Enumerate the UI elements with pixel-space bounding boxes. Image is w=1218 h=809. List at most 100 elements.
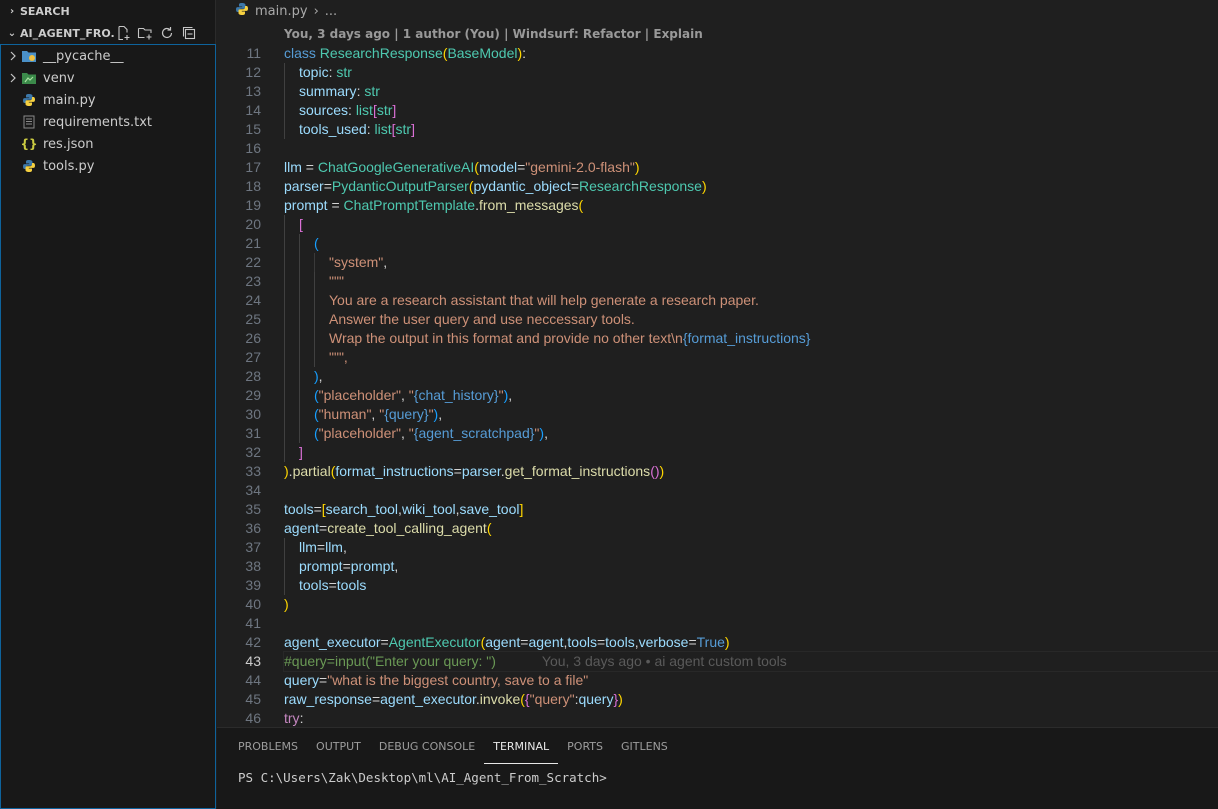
line-number: 30 <box>245 406 261 422</box>
tree-item-tools-py[interactable]: tools.py <box>1 155 215 177</box>
code-line: ( <box>284 234 1218 253</box>
new-folder-icon[interactable] <box>137 25 153 41</box>
code-line: ) <box>284 596 289 612</box>
code-line: sources: list[str] <box>284 101 1218 120</box>
breadcrumb-file[interactable]: main.py <box>255 4 308 19</box>
inline-blame: You, 3 days ago • ai agent custom tools <box>541 653 787 669</box>
code-editor[interactable]: main.py › ... You, 3 days ago | 1 author… <box>217 0 1218 727</box>
line-number: 16 <box>245 140 261 156</box>
line-number: 39 <box>245 577 261 593</box>
tree-item-venv[interactable]: venv <box>1 67 215 89</box>
tree-item-label: __pycache__ <box>43 48 124 64</box>
line-number: 35 <box>245 501 261 517</box>
line-number: 26 <box>245 330 261 346</box>
python-icon <box>235 2 249 20</box>
code-line: prompt=prompt, <box>284 557 1218 576</box>
code-line: tools=[search_tool,wiki_tool,save_tool] <box>284 501 524 517</box>
chevron-down-icon: ⌄ <box>7 27 17 39</box>
line-number: 31 <box>245 425 261 441</box>
line-number-current: 43 <box>245 653 261 669</box>
line-number: 44 <box>245 672 261 688</box>
tree-item-main-py[interactable]: main.py <box>1 89 215 111</box>
line-number: 21 <box>245 235 261 251</box>
workspace-folder-header[interactable]: ⌄ AI_AGENT_FRO... <box>0 22 215 44</box>
code-line: llm=llm, <box>284 538 1218 557</box>
code-line: prompt = ChatPromptTemplate.from_message… <box>284 197 584 213</box>
code-line: agent=create_tool_calling_agent( <box>284 520 492 536</box>
code-area[interactable]: class ResearchResponse(BaseModel): topic… <box>283 44 1218 728</box>
line-number: 24 <box>245 292 261 308</box>
code-line: ), <box>284 367 1218 386</box>
file-tree: __pycache__ venv main.py requirements.tx… <box>0 44 216 809</box>
line-number: 28 <box>245 368 261 384</box>
tab-debug-console[interactable]: DEBUG CONSOLE <box>370 728 484 764</box>
line-number: 37 <box>245 539 261 555</box>
line-number: 23 <box>245 273 261 289</box>
code-line: ("placeholder", "{agent_scratchpad}"), <box>284 424 1218 443</box>
search-section-header[interactable]: › SEARCH <box>0 0 215 22</box>
line-number: 46 <box>245 710 261 726</box>
tree-item-label: res.json <box>43 136 94 152</box>
code-line: ("placeholder", "{chat_history}"), <box>284 386 1218 405</box>
codelens-blame[interactable]: You, 3 days ago | 1 author (You) | Winds… <box>284 27 703 41</box>
folder-icon <box>21 48 37 64</box>
tree-item-pycache[interactable]: __pycache__ <box>1 45 215 67</box>
tree-item-res-json[interactable]: {} res.json <box>1 133 215 155</box>
python-icon <box>21 92 37 108</box>
refresh-icon[interactable] <box>159 25 175 41</box>
code-line: try: <box>284 710 304 726</box>
code-line: ] <box>284 443 1218 462</box>
text-file-icon <box>21 114 37 130</box>
new-file-icon[interactable] <box>115 25 131 41</box>
tree-item-label: venv <box>43 70 75 86</box>
code-line: llm = ChatGoogleGenerativeAI(model="gemi… <box>284 159 640 175</box>
line-number-gutter: 11 12 13 14 15 16 17 18 19 20 21 22 23 2… <box>217 44 261 728</box>
line-number: 41 <box>245 615 261 631</box>
code-line: agent_executor=AgentExecutor(agent=agent… <box>284 634 730 650</box>
collapse-all-icon[interactable] <box>181 25 197 41</box>
tab-terminal[interactable]: TERMINAL <box>484 728 559 764</box>
chevron-right-icon: › <box>313 3 319 19</box>
chevron-right-icon <box>5 73 21 83</box>
code-line: """ <box>284 272 1218 291</box>
code-line: tools=tools <box>284 576 1218 595</box>
tab-gitlens[interactable]: GITLENS <box>612 728 677 764</box>
line-number: 45 <box>245 691 261 707</box>
line-number: 19 <box>245 197 261 213</box>
tab-ports[interactable]: PORTS <box>558 728 612 764</box>
code-line: "system", <box>284 253 1218 272</box>
code-line: query="what is the biggest country, save… <box>284 672 589 688</box>
explorer-sidebar: › SEARCH ⌄ AI_AGENT_FRO... __pycache__ v… <box>0 0 216 809</box>
code-line: topic: str <box>284 63 1218 82</box>
line-number: 29 <box>245 387 261 403</box>
tab-output[interactable]: OUTPUT <box>307 728 370 764</box>
code-line: You are a research assistant that will h… <box>284 291 1218 310</box>
tab-problems[interactable]: PROBLEMS <box>229 728 307 764</box>
code-line: summary: str <box>284 82 1218 101</box>
bottom-panel: PROBLEMS OUTPUT DEBUG CONSOLE TERMINAL P… <box>217 727 1218 809</box>
line-number: 14 <box>245 102 261 118</box>
line-number: 32 <box>245 444 261 460</box>
line-number: 17 <box>245 159 261 175</box>
tree-item-label: main.py <box>43 92 96 108</box>
terminal-prompt[interactable]: PS C:\Users\Zak\Desktop\ml\AI_Agent_From… <box>238 770 607 785</box>
code-line: """, <box>284 348 1218 367</box>
line-number: 36 <box>245 520 261 536</box>
folder-icon <box>21 70 37 86</box>
code-line: tools_used: list[str] <box>284 120 1218 139</box>
tree-item-requirements[interactable]: requirements.txt <box>1 111 215 133</box>
code-line: Wrap the output in this format and provi… <box>284 329 1218 348</box>
breadcrumb-symbols[interactable]: ... <box>325 4 337 19</box>
line-number: 18 <box>245 178 261 194</box>
line-number: 33 <box>245 463 261 479</box>
json-icon: {} <box>20 137 38 151</box>
tree-item-label: tools.py <box>43 158 95 174</box>
code-line: parser=PydanticOutputParser(pydantic_obj… <box>284 178 707 194</box>
line-number: 27 <box>245 349 261 365</box>
line-number: 25 <box>245 311 261 327</box>
line-number: 34 <box>245 482 261 498</box>
workspace-folder-title: AI_AGENT_FRO... <box>20 26 115 40</box>
code-line-current: #query=input("Enter your query: ") You, 3… <box>283 651 1218 672</box>
chevron-right-icon <box>5 51 21 61</box>
